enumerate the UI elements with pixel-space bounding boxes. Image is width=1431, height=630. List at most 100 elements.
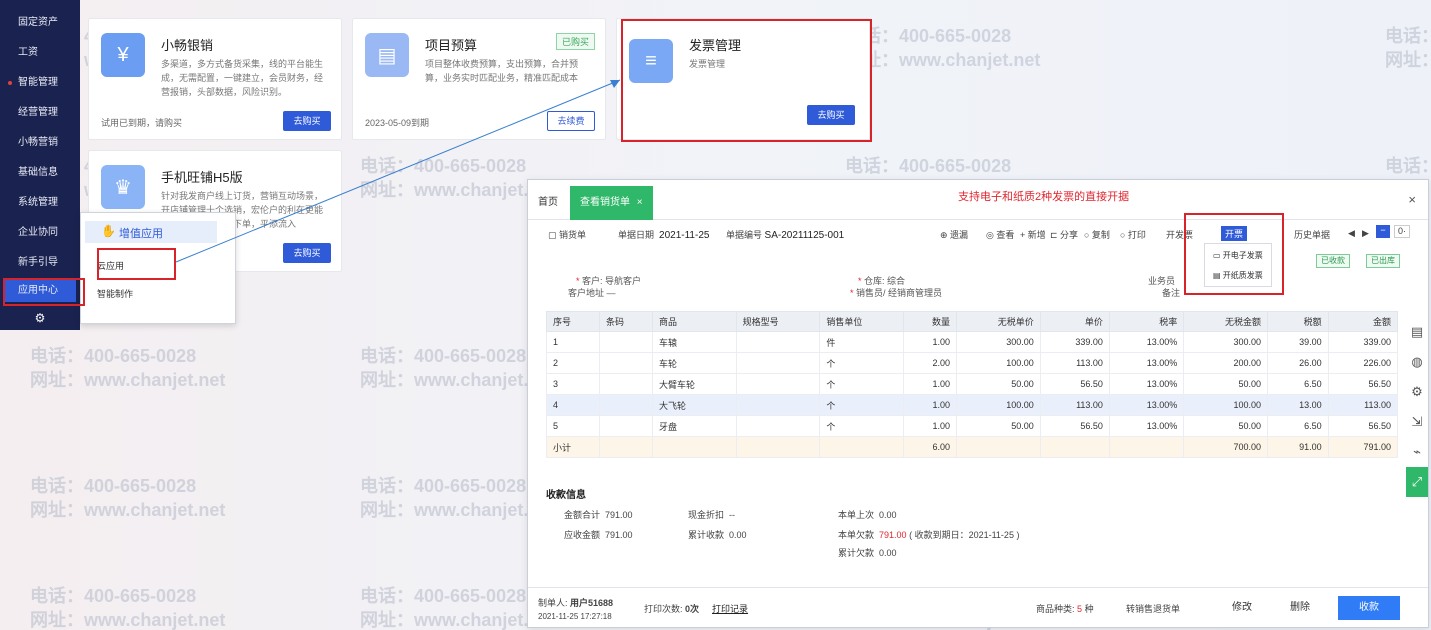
table-row[interactable]: 2 车轮 个 2.00 100.00 113.00 13.00% 200.00 26.00 226… (546, 352, 1399, 374)
table-cell (735, 352, 821, 374)
tab-label: 查看销货单 (580, 197, 630, 208)
tab-home[interactable]: 首页 (528, 186, 568, 220)
window-footer: 制单人: 用户51688 2021-11-25 17:27:18 打印次数: 0… (528, 587, 1428, 627)
table-cell: 39.00 (1266, 331, 1329, 353)
column-header[interactable]: 无税单价 (956, 311, 1041, 332)
table-cell (735, 415, 821, 437)
edit-button[interactable]: 修改 (1218, 596, 1266, 620)
table-cell: 1.00 (903, 394, 958, 416)
table-cell: 5 (546, 415, 600, 437)
subtotal-cell (598, 436, 653, 458)
customer-address-field: 客户地址 — (568, 288, 616, 298)
previous-balance: 本单上次 0.00 (838, 510, 897, 520)
column-header[interactable]: 条码 (598, 311, 653, 332)
table-row[interactable]: 3 大臂车轮个 1.00 50.00 56.50 13.00% 50.00 6.50 56.50 (546, 373, 1399, 395)
tool-view[interactable]: ◎ 查看 (986, 228, 1014, 241)
table-cell: 1 (546, 331, 600, 353)
table-cell (598, 331, 653, 353)
table-cell: 113.00 (1327, 394, 1399, 416)
table-row[interactable]: 4 大飞轮个 1.00 100.00 113.00 13.00% 100.00 13.00 11… (546, 394, 1399, 416)
subtotal-cell: 91.00 (1266, 436, 1329, 458)
tab-close-icon[interactable]: × (637, 197, 643, 208)
table-cell: 个 (819, 394, 905, 416)
column-header[interactable]: 无税金额 (1183, 311, 1268, 332)
link-icon[interactable]: ⌁ (1406, 437, 1428, 467)
tool-omit[interactable]: ⊕ 遗漏 (940, 228, 968, 241)
table-cell: 3 (546, 373, 600, 395)
expand-icon[interactable]: ⤢ (1406, 467, 1428, 497)
delete-button[interactable]: 删除 (1276, 596, 1324, 620)
table-cell: 56.50 (1039, 415, 1110, 437)
column-header[interactable]: 税率 (1108, 311, 1185, 332)
subtotal-cell: 小计 (546, 436, 600, 458)
subtotal-cell: 791.00 (1327, 436, 1399, 458)
receive-payment-button[interactable]: 收款 (1338, 596, 1400, 620)
maker: 制单人: 用户51688 (538, 598, 614, 608)
table-row[interactable]: 1 车辕件 1.00 300.00 339.00 13.00% 300.00 39.00 339… (546, 331, 1399, 353)
column-header[interactable]: 数量 (903, 311, 958, 332)
print-count: 打印次数: 0次 (644, 604, 700, 614)
table-cell: 56.50 (1039, 373, 1110, 395)
column-header[interactable]: 规格型号 (735, 311, 821, 332)
tab-bar: 首页 查看销货单 × 支持电子和纸质2种发票的直接开据 × (528, 180, 1428, 220)
column-header[interactable]: 销售单位 (819, 311, 905, 332)
doc-date: 单据日期 2021-11-25 (618, 230, 710, 241)
tool-copy[interactable]: ○ 复制 (1084, 228, 1110, 241)
table-cell: 2 (546, 352, 600, 374)
doc-icon: ▢ (548, 230, 560, 240)
settings-icon[interactable]: ⚙ (1406, 377, 1428, 407)
note-icon[interactable]: ▤ (1406, 317, 1428, 347)
table-row[interactable]: 5 牙盘个 1.00 50.00 56.50 13.00% 50.00 6.50 56.50 (546, 415, 1399, 437)
export-icon[interactable]: ⇲ (1406, 407, 1428, 437)
table-cell: 100.00 (956, 352, 1041, 374)
table-cell: 100.00 (1183, 394, 1268, 416)
tool-print[interactable]: ○ 打印 (1120, 228, 1146, 241)
column-header[interactable]: 序号 (546, 311, 600, 332)
table-cell: 1.00 (903, 331, 958, 353)
highlight-box-invoice-menu (1184, 213, 1284, 295)
subtotal-cell (651, 436, 737, 458)
doc-number: 单据编号 SA-20211125-001 (726, 230, 845, 241)
items-table: 序号 条码 商品 规格型号 销售单位 数量 无税单价 单价 税率 无税金额 税额 金额 1 车辕件 1.0… (546, 311, 1399, 458)
table-cell: 大飞轮 (651, 394, 737, 416)
subtotal-cell (956, 436, 1041, 458)
status-badge-shipped: 已出库 (1366, 254, 1400, 268)
table-cell (735, 331, 821, 353)
table-cell: 13.00% (1108, 352, 1185, 374)
column-header[interactable]: 金额 (1327, 311, 1399, 332)
table-cell (598, 394, 653, 416)
tool-history[interactable]: 历史单据 (1294, 228, 1330, 241)
tool-share[interactable]: ⊏ 分享 (1050, 228, 1078, 241)
table-cell: 300.00 (1183, 331, 1268, 353)
table-cell: 200.00 (1183, 352, 1268, 374)
summary-title: 收款信息 (546, 490, 586, 501)
cumulative-outstanding: 累计欠款 0.00 (838, 548, 897, 558)
table-cell: 50.00 (956, 415, 1041, 437)
table-cell: 300.00 (956, 331, 1041, 353)
window-close-icon[interactable]: × (1408, 192, 1416, 207)
table-cell: 50.00 (1183, 373, 1268, 395)
side-toolbar: ▤ ◍ ⚙ ⇲ ⌁ ⤢ (1406, 317, 1428, 497)
subtotal-cell: 6.00 (903, 436, 958, 458)
table-cell (735, 394, 821, 416)
scan-icon[interactable]: ◍ (1406, 347, 1428, 377)
nav-prev-icon[interactable]: ◀ (1348, 228, 1355, 239)
tab-view-sales-order[interactable]: 查看销货单 × (570, 186, 653, 220)
tool-new[interactable]: + 新增 (1020, 228, 1046, 241)
table-cell: 大臂车轮 (651, 373, 737, 395)
zoom-menu-button[interactable]: 0· (1394, 225, 1410, 238)
column-header[interactable]: 商品 (651, 311, 737, 332)
table-cell: 50.00 (1183, 415, 1268, 437)
zoom-out-button[interactable]: − (1376, 225, 1390, 238)
transfer-return-link[interactable]: 转销售退货单 (1126, 602, 1180, 615)
nav-next-icon[interactable]: ▶ (1362, 228, 1369, 239)
column-header[interactable]: 单价 (1039, 311, 1110, 332)
table-cell: 6.50 (1266, 415, 1329, 437)
column-header[interactable]: 税额 (1266, 311, 1329, 332)
table-cell (598, 373, 653, 395)
doc-type: ▢ 销货单 (548, 230, 587, 240)
print-record-link[interactable]: 打印记录 (712, 602, 748, 615)
table-cell: 2.00 (903, 352, 958, 374)
table-cell: 100.00 (956, 394, 1041, 416)
receivable-amount: 应收金额 791.00 (564, 530, 633, 540)
